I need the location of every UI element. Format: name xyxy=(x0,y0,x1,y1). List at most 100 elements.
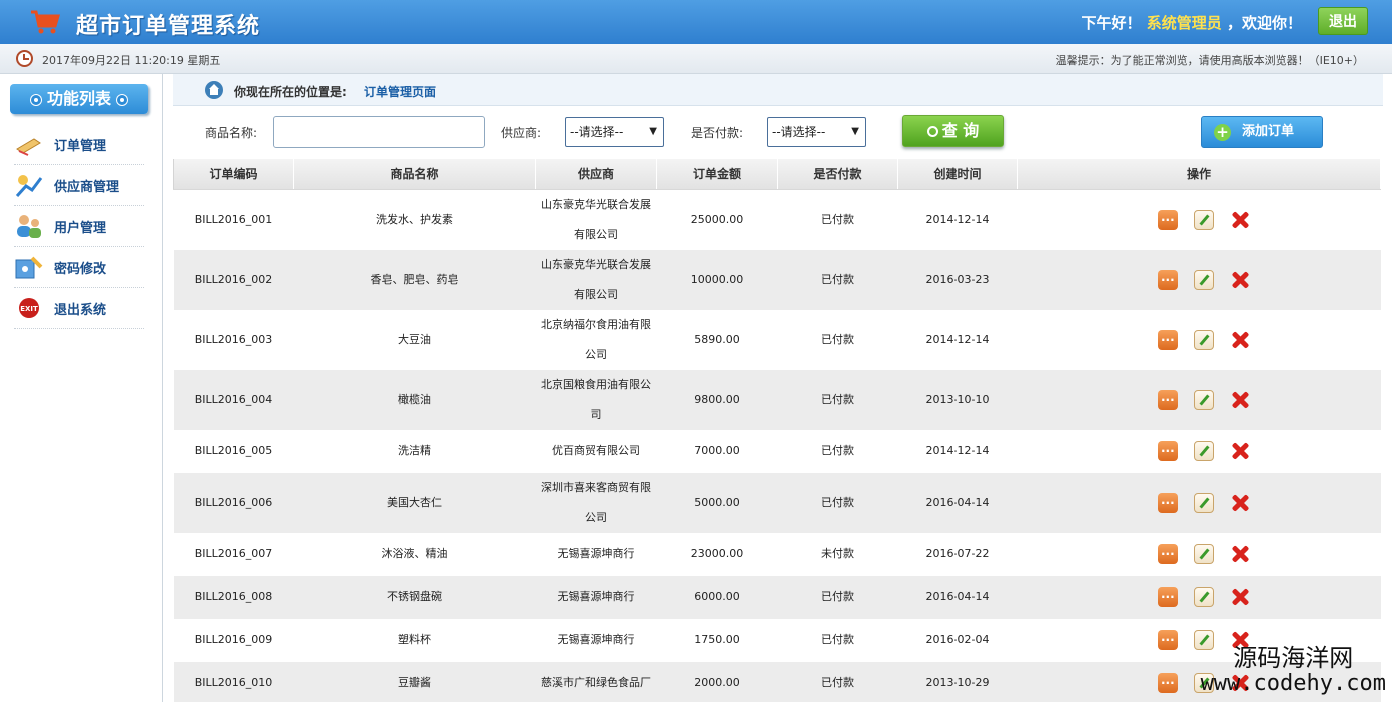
order-amount: 25000.00 xyxy=(656,189,778,250)
provider-name-line2: 有限公司 xyxy=(574,227,618,241)
edit-icon[interactable] xyxy=(1194,329,1214,350)
created-date: 2016-07-22 xyxy=(897,532,1018,576)
sidebar-item-label: 用户管理 xyxy=(54,220,107,236)
row-actions xyxy=(1017,369,1381,430)
dropdown-arrow-icon: ▼ xyxy=(649,126,657,137)
column-header: 订单编码 xyxy=(173,159,294,190)
order-code: BILL2016_008 xyxy=(173,575,294,619)
delete-icon[interactable] xyxy=(1230,390,1250,410)
view-icon[interactable] xyxy=(1158,579,1178,609)
edit-icon[interactable] xyxy=(1194,389,1214,410)
view-icon[interactable] xyxy=(1158,382,1178,412)
view-icon[interactable] xyxy=(1158,202,1178,232)
sidebar-item-label: 退出系统 xyxy=(54,302,107,318)
payment-status: 已付款 xyxy=(777,472,898,533)
bullet-icon xyxy=(117,94,127,105)
username: 系统管理员 xyxy=(1146,14,1222,32)
delete-icon[interactable] xyxy=(1230,493,1250,513)
provider-select-value: --请选择-- xyxy=(570,125,624,139)
table-row: BILL2016_006 美国大杏仁 深圳市喜来客商贸有限 公司 5000.00 已付款 2… xyxy=(173,472,1381,533)
query-button[interactable]: 查 询 xyxy=(902,115,1004,147)
order-code: BILL2016_002 xyxy=(173,249,294,310)
product-name: 洗发水、护发素 xyxy=(293,189,536,250)
paid-select-value: --请选择-- xyxy=(772,125,826,139)
edit-icon[interactable] xyxy=(1194,209,1214,230)
sidebar-menu: 订单管理 供应商管理 用户管理 密码修改 EXIT 退出系统 xyxy=(14,124,144,329)
provider-icon xyxy=(15,175,43,198)
order-amount: 5890.00 xyxy=(656,309,778,370)
add-order-button[interactable]: + 添加订单 xyxy=(1201,116,1323,148)
product-name: 橄榄油 xyxy=(293,369,536,430)
column-header: 是否付款 xyxy=(777,159,898,190)
greeting-prefix: 下午好！ xyxy=(1081,14,1142,32)
order-amount: 23000.00 xyxy=(656,532,778,576)
exit-icon: EXIT xyxy=(19,298,39,318)
delete-icon[interactable] xyxy=(1230,544,1250,564)
column-header: 操作 xyxy=(1017,159,1381,190)
created-date: 2014-12-14 xyxy=(897,309,1018,370)
action-group xyxy=(1018,262,1381,292)
delete-icon[interactable] xyxy=(1230,210,1250,230)
order-amount: 9800.00 xyxy=(656,369,778,430)
row-actions xyxy=(1017,472,1381,533)
sidebar-item-exit[interactable]: EXIT 退出系统 xyxy=(14,288,144,329)
sidebar-item-password[interactable]: 密码修改 xyxy=(14,247,144,288)
delete-icon[interactable] xyxy=(1230,270,1250,290)
row-actions xyxy=(1017,189,1381,250)
table-row: BILL2016_002 香皂、肥皂、药皂 山东豪克华光联合发展 有限公司 10000.… xyxy=(173,249,1381,310)
order-amount: 5000.00 xyxy=(656,472,778,533)
clock-icon xyxy=(16,50,33,67)
sidebar-item-orders[interactable]: 订单管理 xyxy=(14,124,144,165)
sidebar: 功能列表 订单管理 供应商管理 用户管理 密码修改 EXIT 退出系统 xyxy=(0,74,163,702)
provider-cell: 优百商贸有限公司 xyxy=(535,429,657,473)
created-date: 2016-04-14 xyxy=(897,472,1018,533)
edit-icon[interactable] xyxy=(1194,587,1214,607)
logout-button[interactable]: 退出 xyxy=(1318,7,1368,35)
current-datetime: 2017年09月22日 11:20:19 星期五 xyxy=(42,54,221,67)
order-code: BILL2016_010 xyxy=(173,661,294,702)
sidebar-item-providers[interactable]: 供应商管理 xyxy=(14,165,144,206)
row-actions xyxy=(1017,575,1381,619)
provider-name-line1: 深圳市喜来客商贸有限 xyxy=(541,480,651,494)
payment-status: 已付款 xyxy=(777,429,898,473)
product-name: 香皂、肥皂、药皂 xyxy=(293,249,536,310)
order-code: BILL2016_007 xyxy=(173,532,294,576)
app-header: 超市订单管理系统 下午好！ 系统管理员 ，欢迎你！ 退出 xyxy=(0,0,1392,44)
table-row: BILL2016_001 洗发水、护发素 山东豪克华光联合发展 有限公司 25000.0… xyxy=(173,189,1381,250)
edit-icon[interactable] xyxy=(1194,441,1214,461)
column-header: 创建时间 xyxy=(897,159,1018,190)
provider-name-line2: 有限公司 xyxy=(574,287,618,301)
view-icon[interactable] xyxy=(1158,665,1178,695)
action-group xyxy=(1018,322,1381,352)
main-content: 你现在所在的位置是: 订单管理页面 商品名称: 供应商: --请选择-- ▼ 是… xyxy=(173,74,1383,702)
product-name-input[interactable] xyxy=(273,116,485,148)
payment-status: 已付款 xyxy=(777,575,898,619)
provider-cell: 山东豪克华光联合发展 有限公司 xyxy=(535,249,657,310)
view-icon[interactable] xyxy=(1158,622,1178,652)
edit-icon[interactable] xyxy=(1194,492,1214,513)
add-order-label: 添加订单 xyxy=(1242,124,1295,139)
view-icon[interactable] xyxy=(1158,433,1178,463)
provider-select[interactable]: --请选择-- ▼ xyxy=(565,117,664,147)
provider-cell: 无锡喜源坤商行 xyxy=(535,575,657,619)
provider-name-line1: 优百商贸有限公司 xyxy=(552,444,640,457)
delete-icon[interactable] xyxy=(1230,441,1250,461)
delete-icon[interactable] xyxy=(1230,330,1250,350)
view-icon[interactable] xyxy=(1158,322,1178,352)
action-group xyxy=(1018,485,1381,515)
product-name: 洗洁精 xyxy=(293,429,536,473)
provider-name-line1: 山东豪克华光联合发展 xyxy=(541,197,651,211)
edit-icon[interactable] xyxy=(1194,544,1214,564)
product-name: 沐浴液、精油 xyxy=(293,532,536,576)
table-row: BILL2016_005 洗洁精 优百商贸有限公司 7000.00 已付款 2014-12… xyxy=(173,429,1381,473)
view-icon[interactable] xyxy=(1158,485,1178,515)
paid-select[interactable]: --请选择-- ▼ xyxy=(767,117,866,147)
order-code: BILL2016_001 xyxy=(173,189,294,250)
edit-icon[interactable] xyxy=(1194,269,1214,290)
order-code: BILL2016_005 xyxy=(173,429,294,473)
view-icon[interactable] xyxy=(1158,262,1178,292)
view-icon[interactable] xyxy=(1158,536,1178,566)
sidebar-item-users[interactable]: 用户管理 xyxy=(14,206,144,247)
provider-cell: 北京纳福尔食用油有限 公司 xyxy=(535,309,657,370)
delete-icon[interactable] xyxy=(1230,587,1250,607)
